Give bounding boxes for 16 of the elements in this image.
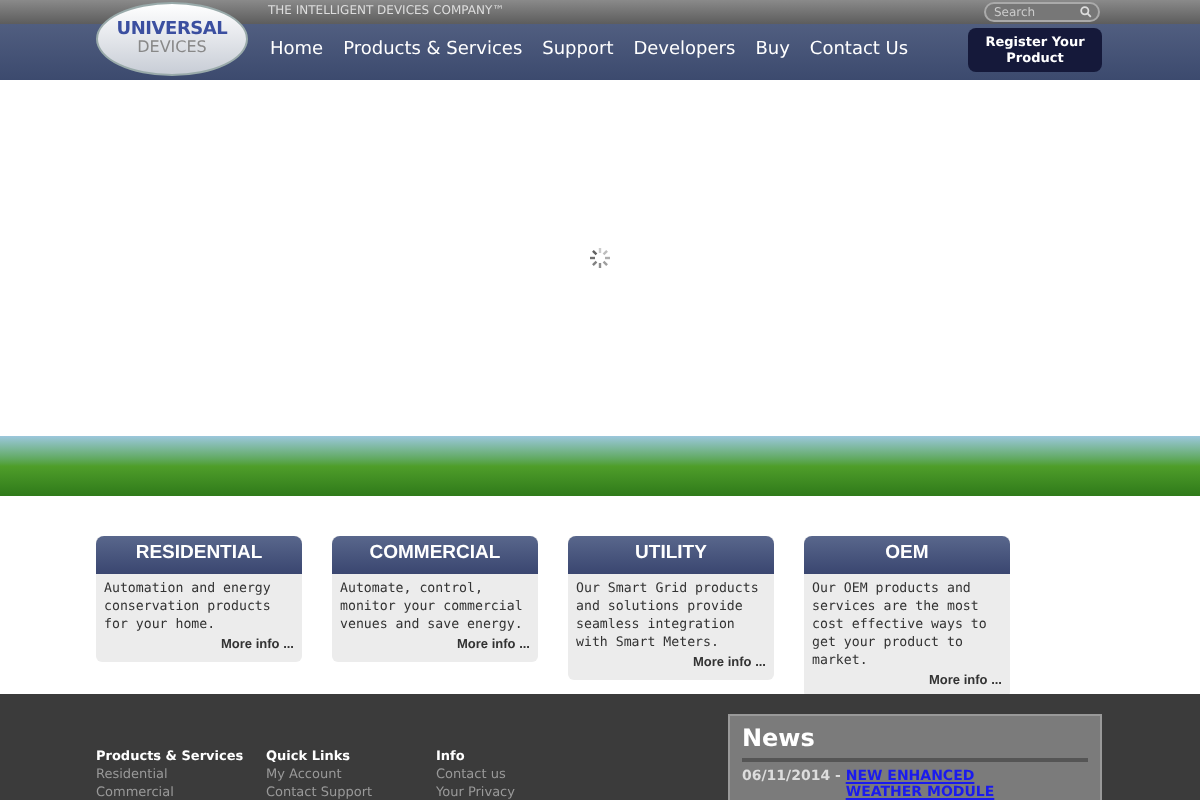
card-title: OEM [885, 540, 929, 569]
logo[interactable]: UNIVERSAL DEVICES [96, 2, 248, 76]
logo-text: DEVICES [137, 40, 207, 56]
nav-link[interactable]: Home [270, 38, 324, 66]
nav-link[interactable]: Developers [633, 38, 736, 66]
news-title: News [742, 722, 1088, 762]
logo-text: UNIVERSAL [116, 22, 228, 40]
search-icon [1080, 6, 1092, 18]
card-title: UTILITY [635, 540, 707, 569]
nav-link[interactable]: Buy [755, 38, 790, 66]
nav-link[interactable]: Contact Us [809, 38, 909, 66]
card-title: COMMERCIAL [369, 540, 501, 569]
nav-link[interactable]: Products & Services [343, 38, 523, 66]
loading-spinner-icon [588, 246, 612, 270]
card-title: RESIDENTIAL [135, 540, 263, 569]
nav-link[interactable]: Support [542, 38, 614, 66]
